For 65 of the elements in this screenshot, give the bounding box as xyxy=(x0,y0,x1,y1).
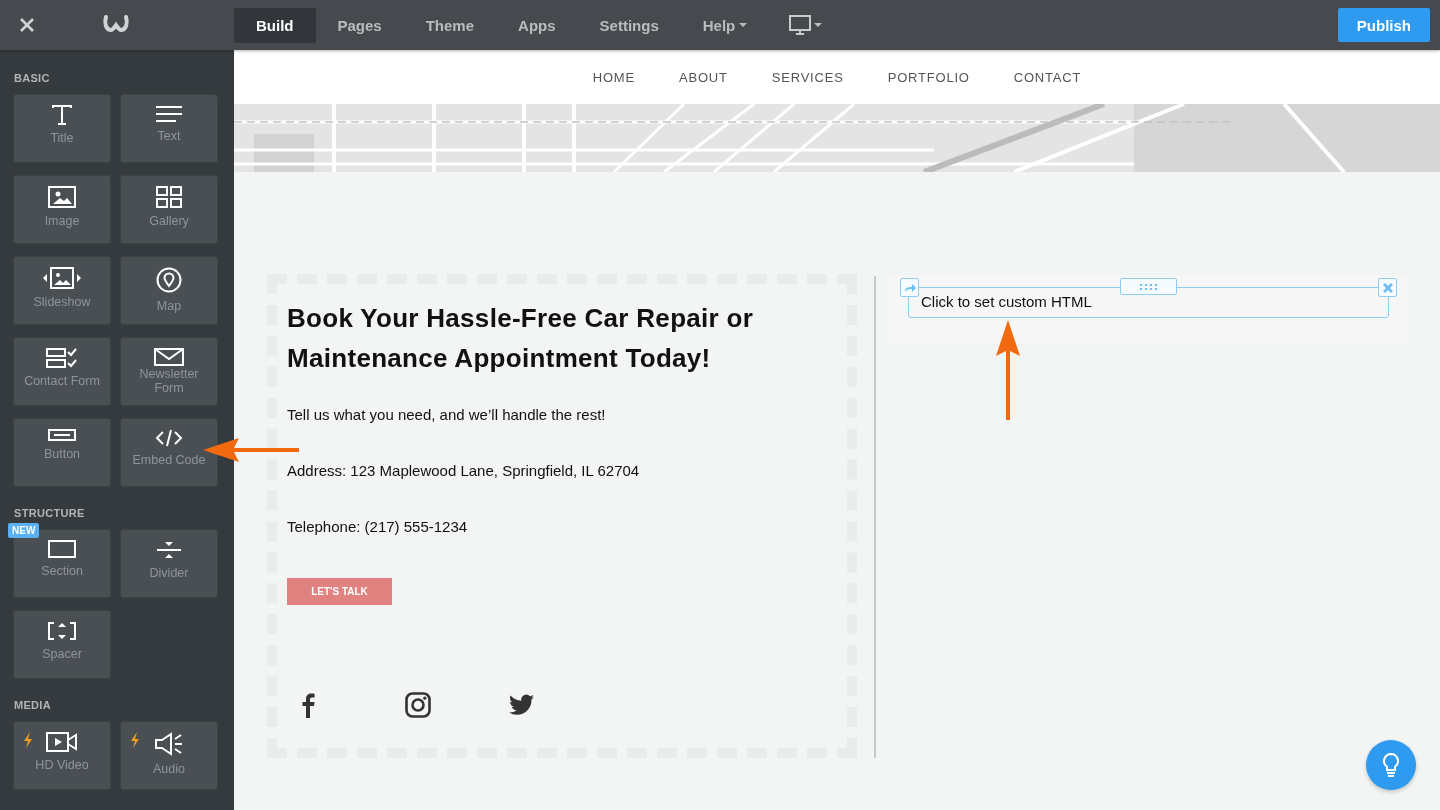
bird-icon[interactable] xyxy=(509,694,535,716)
lightbulb-icon xyxy=(1382,752,1400,778)
nav-tab[interactable]: Pages xyxy=(315,7,404,43)
letter-t-icon xyxy=(51,105,73,125)
share-handle[interactable] xyxy=(900,278,919,297)
nav-tab[interactable]: Apps xyxy=(496,7,578,43)
map-pin-icon xyxy=(156,267,182,293)
element-tile[interactable]: Text xyxy=(120,94,218,163)
site-nav-link[interactable]: ABOUT xyxy=(656,69,750,85)
site-nav-link[interactable]: HOME xyxy=(570,69,657,85)
body-text: Telephone: (217) 555-1234 xyxy=(287,518,469,536)
publish-button[interactable]: Publish xyxy=(1337,8,1430,42)
section-heading: BASIC xyxy=(14,72,50,84)
element-tile[interactable]: HD Video xyxy=(13,721,111,790)
facebook-icon[interactable] xyxy=(301,692,315,718)
site-nav-link[interactable]: PORTFOLIO xyxy=(865,69,992,85)
grip-dots-icon xyxy=(1139,283,1158,290)
instagram-icon[interactable] xyxy=(405,692,431,718)
divider-icon xyxy=(156,540,182,560)
delete-handle[interactable] xyxy=(1378,278,1397,297)
monitor-icon xyxy=(789,15,812,35)
body-text: Tell us what you need, and we’ll handle the rest! xyxy=(287,406,607,424)
section-heading: STRUCTURE xyxy=(14,507,85,519)
element-tile[interactable]: Embed Code xyxy=(120,418,218,487)
grid-icon xyxy=(156,186,182,208)
close-icon xyxy=(1382,282,1393,293)
element-tile[interactable]: Spacer xyxy=(13,610,111,679)
speaker-icon xyxy=(154,732,184,756)
close-icon xyxy=(19,17,35,33)
element-tile[interactable]: Gallery xyxy=(120,175,218,244)
code-icon xyxy=(155,429,183,447)
element-tile[interactable]: Divider xyxy=(120,529,218,598)
form-checklist-icon xyxy=(46,348,78,368)
nav-tab[interactable]: Theme xyxy=(403,7,497,43)
text-lines-icon xyxy=(155,105,183,123)
element-tile[interactable]: Audio xyxy=(120,721,218,790)
rectangle-icon xyxy=(48,540,76,558)
element-tile[interactable]: Contact Form xyxy=(13,337,111,406)
envelope-icon xyxy=(154,348,184,366)
element-tile[interactable]: Title xyxy=(13,94,111,163)
body-text: Address: 123 Maplewood Lane, Springfield, IL 62704 xyxy=(287,462,641,480)
spacer-icon xyxy=(48,621,76,641)
page-heading: Book Your Hassle-Free Car Repair or Maintenance Appointment Today! xyxy=(287,302,755,375)
element-tile[interactable]: Map xyxy=(120,256,218,325)
section-heading: MEDIA xyxy=(14,699,51,711)
new-badge: NEW xyxy=(8,523,40,538)
element-tile[interactable]: Slideshow xyxy=(13,256,111,325)
button-shape-icon xyxy=(48,429,76,441)
nav-tab[interactable]: Settings xyxy=(577,7,681,43)
help-bulb-button[interactable] xyxy=(1366,740,1416,790)
w-logo-icon xyxy=(102,13,130,33)
nav-tab[interactable]: Build xyxy=(234,7,316,43)
drag-handle[interactable] xyxy=(1120,278,1177,295)
element-tile[interactable]: Button xyxy=(13,418,111,487)
site-nav-link[interactable]: CONTACT xyxy=(991,69,1104,85)
video-camera-icon xyxy=(46,732,78,752)
caret-icon xyxy=(814,23,823,27)
nav-tab[interactable]: Help xyxy=(680,7,770,43)
cta-button[interactable]: LET'S TALK xyxy=(287,578,392,605)
curved-arrow-icon xyxy=(903,282,916,293)
site-nav-link[interactable]: SERVICES xyxy=(749,69,866,85)
image-icon xyxy=(48,186,76,208)
element-tile[interactable]: Image xyxy=(13,175,111,244)
element-tile[interactable]: Newsletter Form xyxy=(120,337,218,406)
slideshow-icon xyxy=(42,267,82,289)
